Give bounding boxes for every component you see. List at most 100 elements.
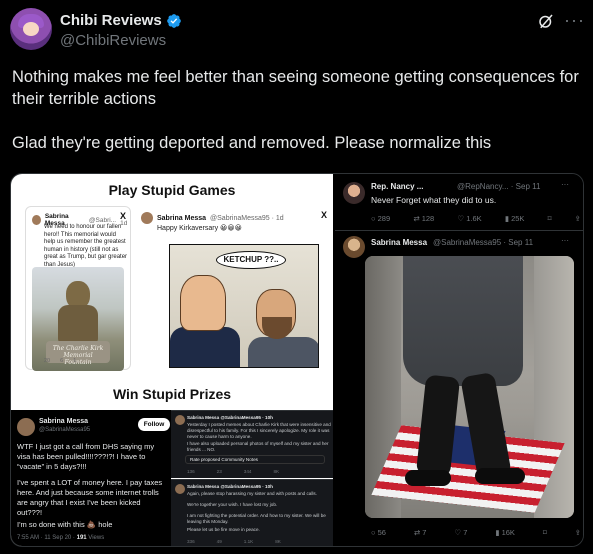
x-logo-icon: X bbox=[321, 210, 328, 220]
thread2-body-4: Please let us be fire move in peace. bbox=[187, 527, 260, 532]
card1-reposts: 6 bbox=[60, 358, 64, 364]
card3-views-count: 191 bbox=[76, 535, 87, 541]
more-icon: ··· bbox=[561, 236, 569, 245]
community-notes-box: Rate proposed Community Notes bbox=[185, 455, 325, 464]
comic-suit-right bbox=[248, 337, 318, 367]
name-row: Chibi Reviews bbox=[60, 12, 182, 29]
rep-avatar bbox=[343, 182, 365, 204]
rep-post-text: Never Forget what they did to us. bbox=[371, 195, 497, 205]
more-icon[interactable]: ··· bbox=[564, 10, 585, 31]
thread1-body: Yesterday I posted memes about Charlie K… bbox=[187, 422, 331, 440]
sabrina-avatar bbox=[343, 236, 365, 258]
thread1-stats: 136 23 344 8K bbox=[187, 469, 279, 475]
grok-icon[interactable] bbox=[537, 12, 555, 30]
sabrina-likes: 7 bbox=[463, 528, 468, 537]
card1-likes: 1 bbox=[73, 358, 77, 364]
card2-handle: @SabrinaMessa95 · 1d bbox=[210, 214, 284, 222]
card3-handle: @SabrinaMessa95 bbox=[39, 427, 91, 433]
tweet-line-1: Nothing makes me feel better than seeing… bbox=[12, 68, 579, 108]
sabrina-handle: @SabrinaMessa95 · Sep 11 bbox=[433, 238, 534, 247]
avatar-face bbox=[23, 22, 39, 36]
thread-card-2: Sabrina Messa @SabrinaMessa95 · 10h Agai… bbox=[171, 479, 333, 546]
meme-image[interactable]: Play Stupid Games Sabrina Messa @Sabri..… bbox=[11, 174, 333, 546]
comic-suit-left bbox=[170, 327, 240, 367]
rep-views: 25K bbox=[511, 214, 525, 223]
tweet-line-2: Glad they're getting deported and remove… bbox=[12, 134, 492, 152]
comic-figure-left bbox=[180, 275, 226, 331]
card2-text: Happy Kirkaversary 😀😀😀 bbox=[157, 225, 242, 232]
avatar[interactable] bbox=[10, 8, 52, 50]
thread2-body-2: We're together your wish. I have lost my… bbox=[187, 502, 278, 507]
thread2-stats: 336 49 1.1K 8K bbox=[187, 539, 281, 545]
share-icon: ⇪ bbox=[574, 214, 581, 223]
thread2-likes: 1.1K bbox=[243, 539, 254, 544]
rep-name: Rep. Nancy ... bbox=[371, 182, 424, 191]
share-icon: ⇪ bbox=[574, 528, 581, 537]
card2-head: Sabrina Messa @SabrinaMessa95 · 1d bbox=[141, 212, 284, 224]
rep-likes: 1.6K bbox=[466, 214, 482, 223]
sabrina-reposts: 7 bbox=[422, 528, 427, 537]
thread1-reposts: 23 bbox=[216, 469, 222, 474]
thread1-body-2: I have also uploaded personal photos of … bbox=[187, 441, 329, 453]
card2-avatar bbox=[141, 212, 153, 224]
follow-button: Follow bbox=[138, 418, 170, 431]
rep-reposts: 128 bbox=[421, 214, 435, 223]
thread1-header: Sabrina Messa @SabrinaMessa95 · 10h bbox=[187, 415, 273, 420]
views-icon: ▮ 25K bbox=[504, 214, 525, 223]
thread2-avatar bbox=[175, 484, 185, 494]
tweet-text: Nothing makes me feel better than seeing… bbox=[12, 66, 584, 176]
thread-card-1: Sabrina Messa @SabrinaMessa95 · 10h Yest… bbox=[171, 410, 333, 478]
like-icon: ♡ 1.6K bbox=[457, 214, 482, 223]
thread2-replies: 336 bbox=[187, 539, 195, 544]
card1-text: We need to honour our fallen hero!! This… bbox=[44, 224, 128, 268]
sabrina-name: Sabrina Messa bbox=[371, 238, 428, 247]
meme-bottom-title: Win Stupid Prizes bbox=[112, 386, 232, 402]
thread2-views: 8K bbox=[275, 539, 281, 544]
rep-replies: 289 bbox=[377, 214, 391, 223]
bookmark-icon: ⌑ bbox=[547, 214, 552, 223]
like-icon: ♡ 7 bbox=[454, 528, 468, 537]
sabrina-views: 16K bbox=[501, 528, 515, 537]
thread1-replies: 136 bbox=[187, 469, 195, 474]
flag-photo bbox=[365, 256, 574, 518]
media-grid: Play Stupid Games Sabrina Messa @Sabri..… bbox=[10, 173, 584, 547]
screenshot-image[interactable]: Rep. Nancy ... @RepNancy... · Sep 11 ···… bbox=[335, 174, 583, 546]
bookmark-icon: ⌑ bbox=[542, 528, 547, 537]
card1-replies: 20 bbox=[44, 358, 51, 364]
more-icon: ··· bbox=[561, 180, 569, 189]
card3-time: 7:55 AM · 11 Sep 20 bbox=[17, 535, 72, 541]
card3-text-2: I've spent a LOT of money here. I pay ta… bbox=[17, 478, 163, 517]
x-logo-icon: X bbox=[120, 211, 127, 221]
thread2-header: Sabrina Messa @SabrinaMessa95 · 10h bbox=[187, 484, 273, 489]
display-name[interactable]: Chibi Reviews bbox=[60, 12, 162, 29]
community-notes-label: Rate proposed Community Notes bbox=[190, 457, 258, 462]
divider bbox=[335, 230, 583, 231]
rep-handle: @RepNancy... · Sep 11 bbox=[457, 182, 541, 191]
meme-tweet-card-2: Sabrina Messa @SabrinaMessa95 · 1d X Hap… bbox=[135, 206, 329, 376]
thread1-views: 8K bbox=[273, 469, 280, 474]
rep-stats: ○ 289 ⇄ 128 ♡ 1.6K ▮ 25K ⌑ ⇪ bbox=[371, 214, 581, 223]
meme-tweet-card-1: Sabrina Messa @Sabri... · 1d X We need t… bbox=[25, 206, 131, 371]
card1-stats: 20 6 1 bbox=[44, 358, 76, 364]
card1-handle: @Sabri... bbox=[88, 216, 117, 224]
thread1-likes: 344 bbox=[243, 469, 252, 474]
statue-photo: The Charlie Kirk Memorial Fountain bbox=[32, 267, 124, 371]
card1-avatar bbox=[32, 215, 41, 225]
reply-icon: ○ 289 bbox=[371, 214, 391, 223]
card3-views-label: Views bbox=[88, 535, 105, 541]
card3-meta: 7:55 AM · 11 Sep 20 · 191 Views bbox=[17, 535, 105, 541]
meme-tweet-card-3: Sabrina Messa @SabrinaMessa95 Follow WTF… bbox=[11, 410, 171, 546]
thread1-avatar bbox=[175, 415, 185, 425]
repost-icon: ⇄ 128 bbox=[413, 214, 435, 223]
statue-body bbox=[58, 305, 98, 343]
thread2-body-3: I am not fighting the potential order. A… bbox=[187, 513, 326, 525]
user-handle[interactable]: @ChibiReviews bbox=[60, 32, 166, 49]
card3-name: Sabrina Messa bbox=[39, 418, 89, 425]
post-header: Chibi Reviews @ChibiReviews ··· bbox=[10, 8, 585, 52]
card3-text-1: WTF I just got a call from DHS saying my… bbox=[17, 442, 155, 471]
photo-coat bbox=[403, 256, 523, 386]
sabrina-stats: ○ 56 ⇄ 7 ♡ 7 ▮ 16K ⌑ ⇪ bbox=[371, 528, 581, 537]
card2-name: Sabrina Messa bbox=[157, 214, 207, 222]
photo-shoe-right bbox=[475, 468, 525, 484]
verified-badge-icon bbox=[166, 13, 181, 28]
